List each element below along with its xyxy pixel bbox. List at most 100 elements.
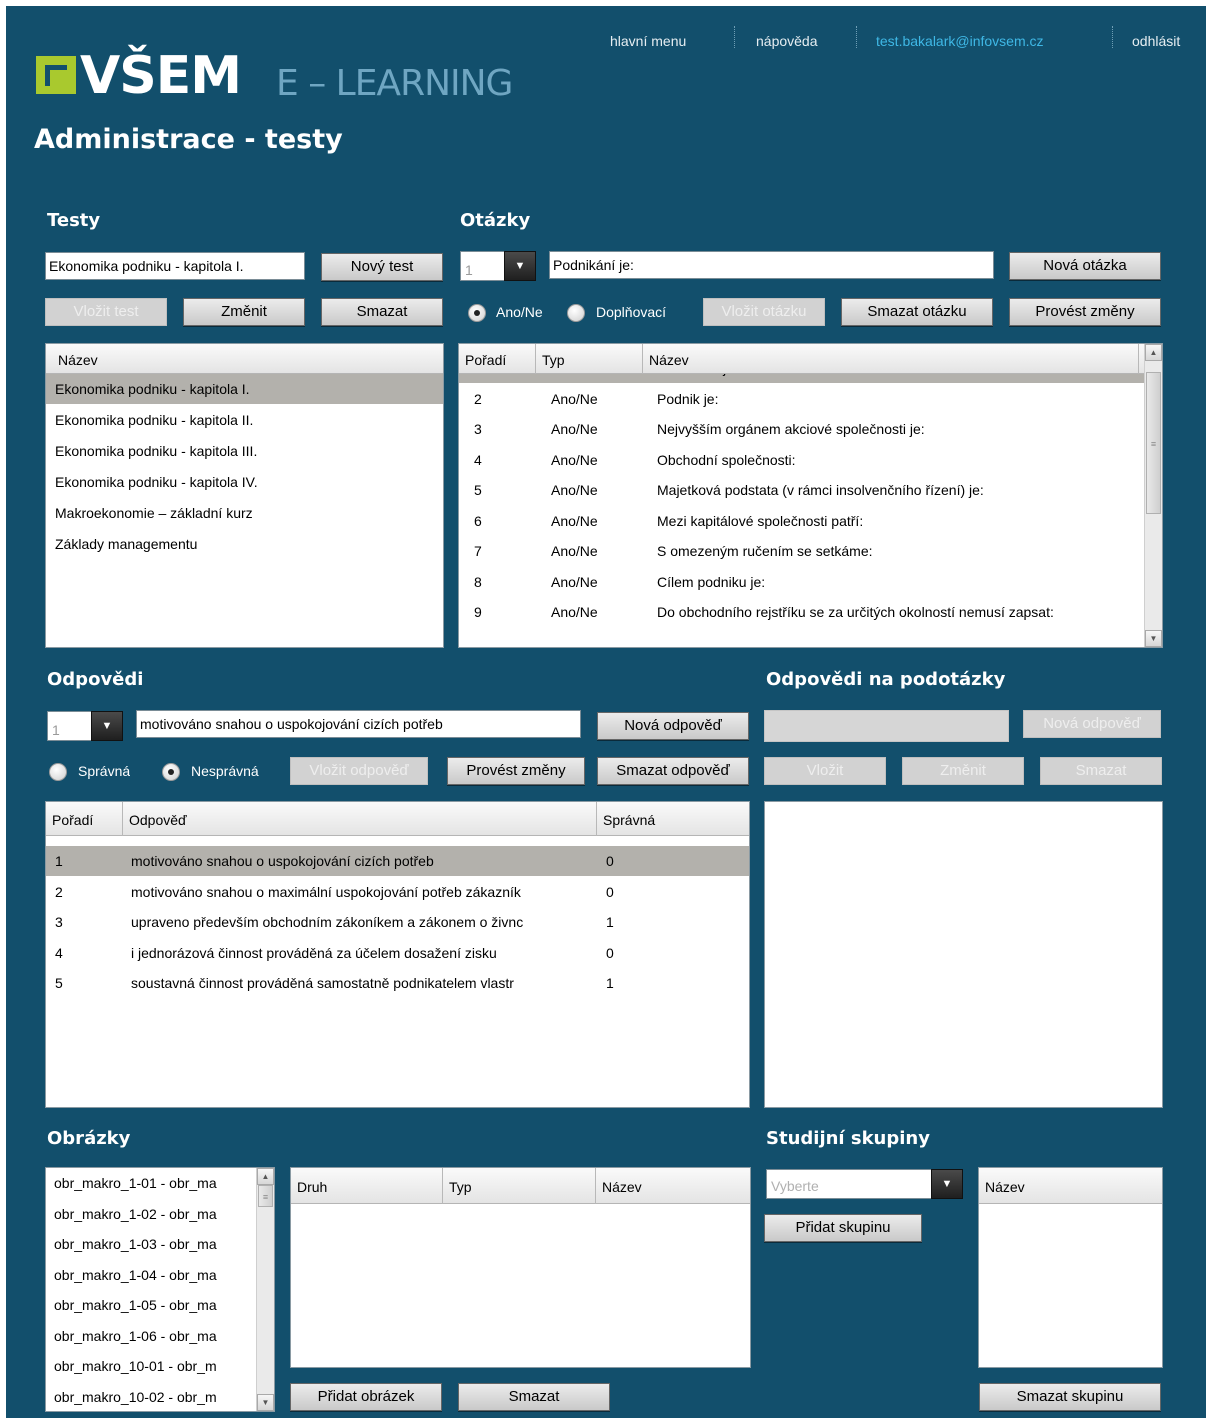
chevron-down-icon[interactable]: ▼ [504,251,536,281]
question-order: 9 [474,604,482,620]
table-row[interactable]: 4 Ano/Ne Obchodní společnosti: [459,445,1145,475]
delete-subanswer-button[interactable]: Smazat [1040,757,1162,785]
image-file-name: obr_makro_10-02 - obr_m [54,1388,217,1405]
question-name: Cílem podniku je: [657,573,766,590]
insert-test-button[interactable]: Vložit test [45,298,167,326]
image-file-name: obr_makro_1-04 - obr_ma [54,1266,217,1283]
delete-question-button[interactable]: Smazat otázku [841,298,993,326]
user-email-link[interactable]: test.bakalark@infovsem.cz [876,33,1044,49]
answer-order: 2 [55,883,63,900]
column-header-correct[interactable]: Správná [597,802,749,836]
list-item[interactable]: obr_makro_10-01 - obr_m [46,1351,256,1381]
add-image-button[interactable]: Přidat obrázek [290,1383,442,1411]
correct-radio[interactable] [49,763,67,781]
question-order-select[interactable]: 1 ▼ [460,251,536,281]
answer-correct: 1 [606,975,614,991]
table-row[interactable]: 6 Ano/Ne Mezi kapitálové společnosti patří… [459,506,1145,536]
insert-subanswer-button[interactable]: Vložit [764,757,886,785]
apply-question-changes-button[interactable]: Provést změny [1009,298,1161,326]
list-item[interactable]: Ekonomika podniku - kapitola II. [46,405,443,435]
table-row[interactable]: 7 Ano/Ne S omezeným ručením se setkáme: [459,536,1145,566]
list-item[interactable]: Makroekonomie – základní kurz [46,498,443,528]
list-item[interactable]: Ekonomika podniku - kapitola I. [46,374,443,404]
list-item[interactable]: obr_makro_10-02 - obr_m [46,1382,256,1412]
list-item[interactable]: obr_makro_1-01 - obr_ma [46,1168,256,1198]
logout-link[interactable]: odhlásit [1132,33,1180,49]
insert-answer-button[interactable]: Vložit odpověď [290,757,428,785]
question-order: 5 [474,482,482,498]
scroll-down-icon[interactable]: ▼ [1145,630,1162,647]
group-select[interactable]: Vyberte ▼ [766,1169,963,1199]
list-item[interactable]: obr_makro_1-05 - obr_ma [46,1290,256,1320]
list-item[interactable]: Základy managementu [46,529,443,559]
delete-answer-button[interactable]: Smazat odpověď [597,757,749,785]
column-header-name[interactable]: Název [643,344,1139,374]
scroll-thumb[interactable]: ≡ [258,1185,273,1207]
question-name: Podnik je: [657,390,719,407]
chevron-down-icon[interactable]: ▼ [931,1169,963,1199]
table-row[interactable]: 2 motivováno snahou o maximální uspokojov… [46,877,749,907]
column-header-type[interactable]: Typ [443,1168,596,1204]
table-row[interactable]: 9 Ano/Ne Do obchodního rejstříku se za urč… [459,597,1145,627]
table-row[interactable]: 1 motivováno snahou o uspokojování cizích… [46,846,749,876]
question-text-field[interactable]: Podnikání je: [549,251,994,279]
list-item[interactable]: obr_makro_1-02 - obr_ma [46,1199,256,1229]
type-yesno-radio[interactable] [468,304,486,322]
scroll-down-icon[interactable]: ▼ [257,1394,274,1411]
delete-image-button[interactable]: Smazat [458,1383,610,1411]
chevron-down-icon[interactable]: ▼ [91,711,123,741]
add-group-button[interactable]: Přidat skupinu [764,1214,922,1242]
new-test-button[interactable]: Nový test [321,253,443,281]
test-name: Makroekonomie – základní kurz [55,505,253,521]
delete-test-button[interactable]: Smazat [321,298,443,326]
test-name: Základy managementu [55,536,198,552]
list-item[interactable]: Ekonomika podniku - kapitola III. [46,436,443,466]
test-name-field[interactable]: Ekonomika podniku - kapitola I. [45,252,305,280]
table-row[interactable]: 2 Ano/Ne Podnik je: [459,384,1145,414]
change-test-button[interactable]: Změnit [183,298,305,326]
column-header-answer[interactable]: Odpověď [123,802,597,836]
new-question-button[interactable]: Nová otázka [1009,252,1161,280]
delete-group-button[interactable]: Smazat skupinu [979,1383,1161,1411]
images-scrollbar[interactable]: ▲ ≡ ▼ [256,1168,274,1411]
table-row[interactable]: 8 Ano/Ne Cílem podniku je: [459,567,1145,597]
new-subanswer-button[interactable]: Nová odpověď [1023,710,1161,738]
list-item[interactable]: obr_makro_1-04 - obr_ma [46,1260,256,1290]
apply-answer-changes-button[interactable]: Provést změny [447,757,585,785]
table-row[interactable]: 5 Ano/Ne Majetková podstata (v rámci insol… [459,475,1145,505]
column-header-order[interactable]: Pořadí [459,344,536,374]
column-header-order[interactable]: Pořadí [46,802,123,836]
list-item[interactable]: Ekonomika podniku - kapitola IV. [46,467,443,497]
table-row[interactable]: 3 Ano/Ne Nejvyšším orgánem akciové společn… [459,414,1145,444]
incorrect-radio[interactable] [162,763,180,781]
column-header-kind[interactable]: Druh [291,1168,443,1204]
change-subanswer-button[interactable]: Změnit [902,757,1024,785]
column-header-name[interactable]: Název [52,344,432,374]
main-menu-link[interactable]: hlavní menu [610,33,686,49]
scroll-up-icon[interactable]: ▲ [257,1168,274,1185]
list-item[interactable]: obr_makro_1-06 - obr_ma [46,1321,256,1351]
image-file-name: obr_makro_1-02 - obr_ma [54,1205,217,1222]
table-row[interactable]: 5 soustavná činnost prováděná samostatně … [46,968,749,998]
column-header-name[interactable]: Název [979,1168,1162,1204]
questions-scrollbar[interactable]: ▲ ≡ ▼ [1144,344,1162,647]
subanswer-text-field[interactable] [764,710,1009,742]
answers-heading: Odpovědi [47,669,144,690]
answers-table: Pořadí Odpověď Správná 1 motivováno snaho… [45,801,750,1108]
help-link[interactable]: nápověda [756,33,818,49]
logo-brand: VŠEM [80,46,242,106]
type-fill-radio[interactable] [567,304,585,322]
column-header-name[interactable]: Název [596,1168,750,1204]
answer-text: motivováno snahou o maximální uspokojová… [131,883,521,900]
list-item[interactable]: obr_makro_1-03 - obr_ma [46,1229,256,1259]
insert-question-button[interactable]: Vložit otázku [703,298,825,326]
nav-separator [734,26,735,48]
column-header-type[interactable]: Typ [536,344,643,374]
answer-text-field[interactable]: motivováno snahou o uspokojování cizích … [136,710,581,738]
scroll-thumb[interactable]: ≡ [1146,372,1161,514]
scroll-up-icon[interactable]: ▲ [1145,344,1162,361]
table-row[interactable]: 4 i jednorázová činnost prováděná za účel… [46,938,749,968]
table-row[interactable]: 3 upraveno především obchodním zákoníkem … [46,907,749,937]
new-answer-button[interactable]: Nová odpověď [597,712,749,740]
answer-order-select[interactable]: 1 ▼ [47,711,123,741]
